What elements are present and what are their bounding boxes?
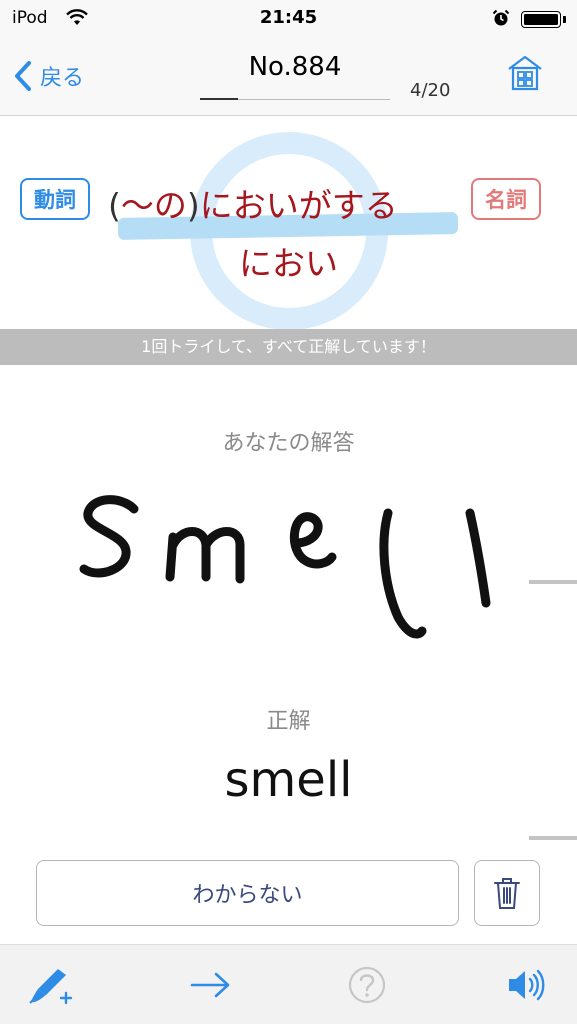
bottom-toolbar bbox=[0, 944, 577, 1024]
back-button[interactable]: 戻る bbox=[14, 56, 84, 96]
dont-know-button[interactable]: わからない bbox=[36, 860, 459, 926]
verb-tag: 動詞 bbox=[20, 178, 90, 220]
correct-label: 正解 bbox=[266, 709, 311, 734]
correct-answer-word: smell bbox=[224, 752, 353, 808]
home-grid-icon bbox=[508, 55, 542, 91]
clock: 21:45 bbox=[259, 7, 318, 28]
speaker-button[interactable] bbox=[505, 967, 547, 1007]
scroll-indicator-bottom bbox=[529, 836, 577, 840]
handwriting-canvas[interactable] bbox=[70, 485, 510, 645]
verb-meaning: (〜の)においがする bbox=[108, 179, 398, 227]
chevron-left-icon bbox=[15, 61, 31, 91]
progress-fill bbox=[200, 98, 238, 100]
paren-open: ( bbox=[108, 186, 121, 225]
question-card: 動詞 (〜の)においがする 名詞 におい bbox=[0, 117, 577, 329]
clear-button[interactable] bbox=[474, 860, 540, 926]
result-info-bar: 1回トライして、すべて正解しています！ bbox=[0, 329, 577, 365]
battery-icon bbox=[521, 11, 561, 28]
arrow-right-icon bbox=[190, 972, 230, 998]
speaker-icon bbox=[509, 969, 545, 1001]
noun-meaning: におい bbox=[239, 244, 338, 283]
paren-close: ) bbox=[186, 186, 200, 225]
progress-bar bbox=[200, 98, 390, 100]
page-title: No.884 bbox=[248, 52, 342, 82]
verb-object: 〜の bbox=[120, 186, 187, 225]
next-button[interactable] bbox=[190, 971, 232, 1003]
back-label: 戻る bbox=[40, 66, 85, 91]
noun-tag: 名詞 bbox=[471, 178, 541, 220]
home-button[interactable] bbox=[506, 54, 544, 96]
your-answer-label: あなたの解答 bbox=[222, 431, 355, 456]
battery-tip bbox=[563, 16, 566, 23]
scroll-indicator-top bbox=[529, 580, 577, 584]
help-button[interactable] bbox=[347, 965, 387, 1009]
pen-add-icon bbox=[29, 969, 73, 1005]
question-count: 4/20 bbox=[410, 80, 451, 101]
alarm-icon bbox=[492, 9, 510, 26]
verb-meaning-text: においがする bbox=[199, 186, 398, 225]
pen-button[interactable] bbox=[28, 965, 74, 1011]
status-bar: iPod 21:45 bbox=[0, 0, 577, 36]
nav-bar: 戻る No.884 4/20 bbox=[0, 36, 577, 116]
help-icon bbox=[348, 966, 386, 1004]
trash-icon bbox=[494, 878, 520, 909]
